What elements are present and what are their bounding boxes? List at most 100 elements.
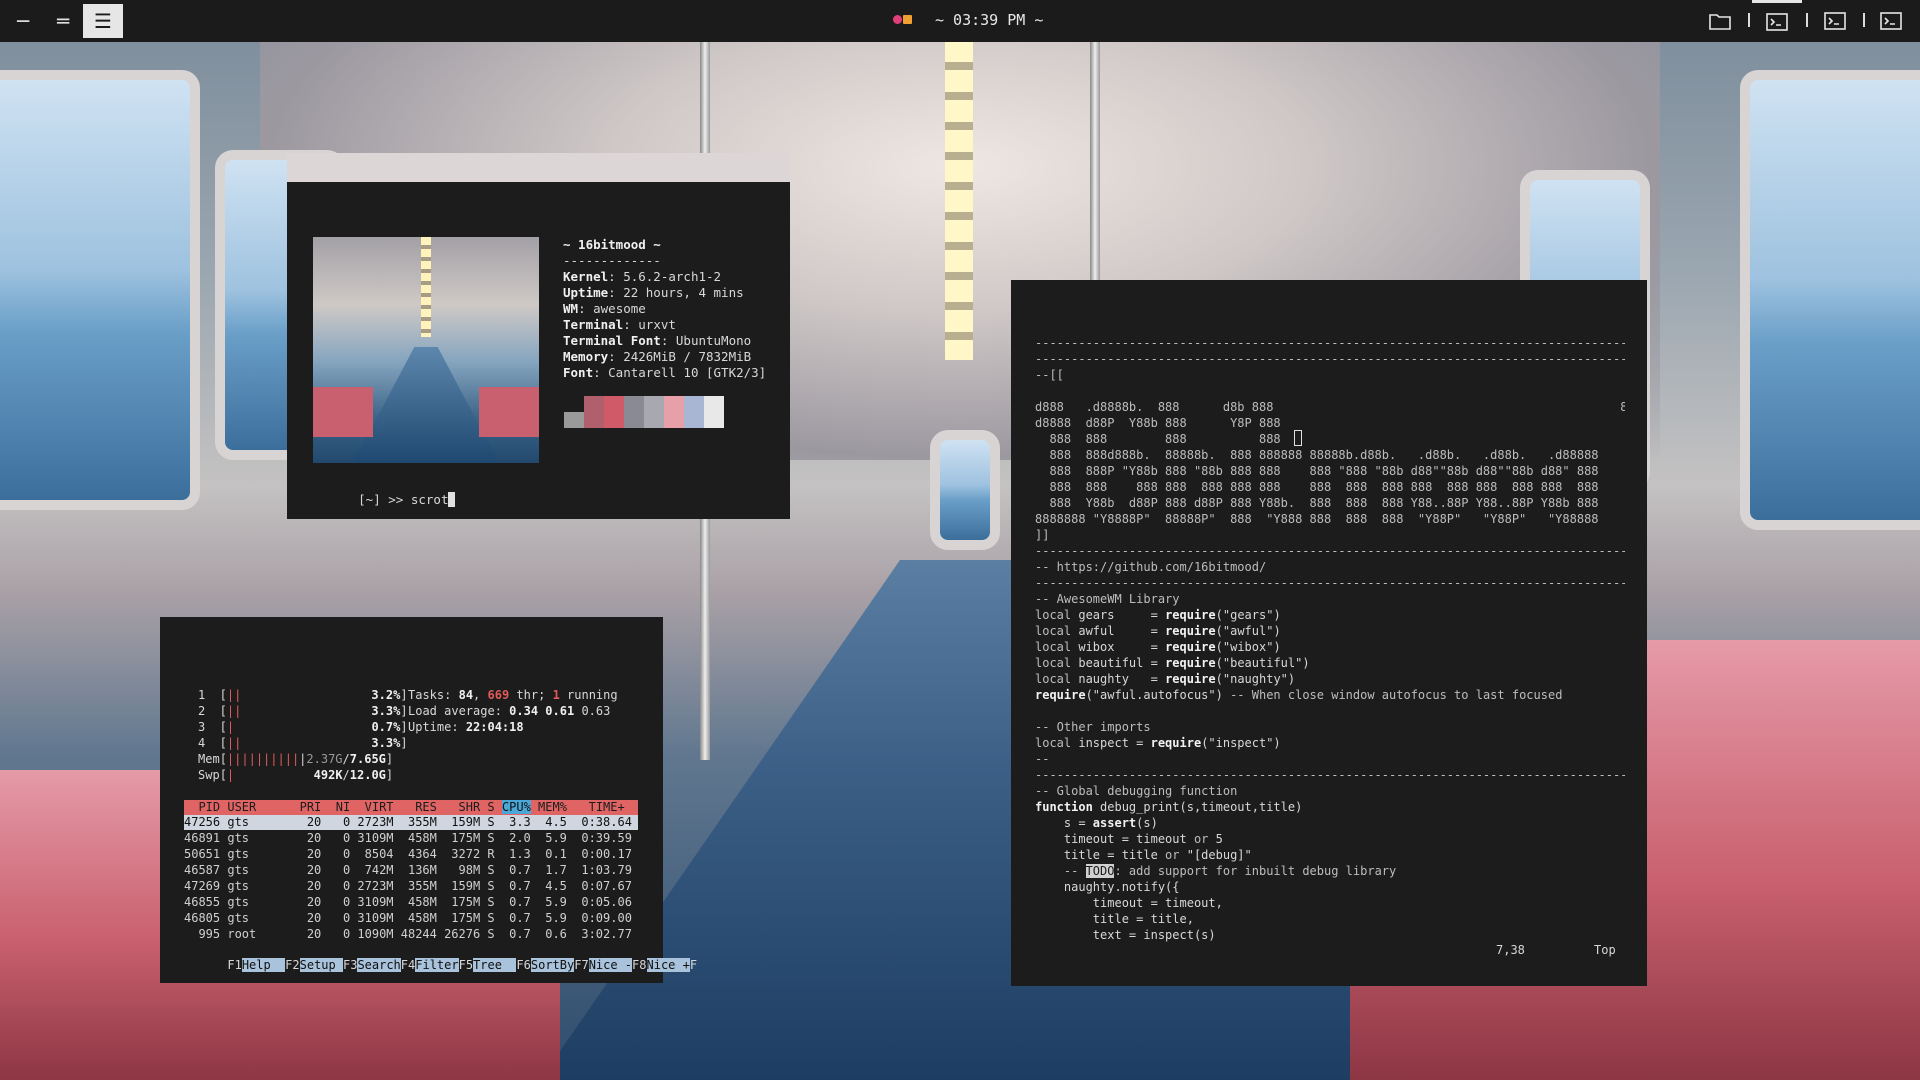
code-line: ----------------------------------------… [1035,576,1625,590]
folder-icon [1709,14,1731,30]
wallpaper-window [1740,70,1920,530]
tasks-summary: Tasks: 84, 669 thr; 1 running [408,688,618,702]
tray-pink-icon[interactable] [893,15,902,24]
code-line: title = title or "[debug]" [1035,848,1252,862]
htop-terminal[interactable]: 1 [|| 3.2%] 2 [|| 3.3%] 3 [| 0.7%] 4 [||… [160,617,697,983]
color-swatch [644,396,664,428]
tray-orange-icon[interactable] [903,15,912,24]
code-line: local beautiful = require("beautiful") [1035,656,1310,670]
fkey-filter[interactable]: F4Filter [401,958,459,972]
code-line: ----------------------------------------… [1035,352,1625,366]
terminal-icon [1880,12,1902,30]
tag-3[interactable]: ☰ [83,4,123,38]
wallpaper-window [0,70,200,510]
fkey-nice-plus[interactable]: F8Nice + [632,958,690,972]
code-line: -- AwesomeWM Library [1035,592,1180,606]
code-line: require("awful.autofocus") -- When close… [1035,688,1563,702]
code-line: ----------------------------------------… [1035,336,1625,350]
fetch-info-line: Terminal Font: UbuntuMono [563,333,752,348]
process-row[interactable]: 47256 gts 20 0 2723M 355M 159M S 3.3 4.5… [184,815,638,830]
ascii-art-line: 888 888d888b. 88888b. 888 888888 88888b.… [1035,448,1599,462]
process-row[interactable]: 50651 gts 20 0 8504 4364 3272 R 1.3 0.1 … [184,847,638,862]
load-average: Load average: 0.34 0.61 0.63 [408,704,611,718]
swap-meter: Swp[| 492K/12.0G] [198,768,394,782]
task-separator [1806,13,1808,27]
text-cursor [1294,430,1302,446]
process-table-header[interactable]: PID USER PRI NI VIRT RES SHR S CPU% MEM%… [184,800,638,815]
ascii-art-line: 888 888P "Y88b 888 "88b 888 888 888 "888… [1035,464,1599,478]
fetch-terminal[interactable]: ~ 16bitmood ~ ------------- Kernel: 5.6.… [287,153,790,519]
code-line: -- https://github.com/16bitmood/ [1035,560,1267,574]
code-line: naughty.notify({ [1035,880,1180,894]
terminal-icon [1824,12,1846,30]
code-line: ]] [1035,528,1050,542]
terminal-icon [1766,13,1788,31]
ascii-art-line: d888 .d8888b. 888 d8b 888 888 [1035,400,1625,414]
code-line: -- Other imports [1035,720,1151,734]
code-line: -- TODO: add support for inbuilt debug l… [1035,864,1397,878]
tag-1[interactable]: ─ [3,4,43,38]
fkey-tree[interactable]: F5Tree [459,958,517,972]
fetch-info-line: Terminal: urxvt [563,317,676,332]
color-swatch [664,396,684,428]
fetch-info-line: Font: Cantarell 10 [GTK2/3] [563,365,767,380]
ascii-art-line: 888 888 888 888 888 888 888 888 888 888 … [1035,480,1599,494]
task-terminal-2[interactable] [1810,2,1860,40]
ascii-art-line: d8888 d88P Y88b 888 Y8P 888 888 [1035,416,1625,430]
fkey-setup[interactable]: F2Setup [285,958,343,972]
scroll-position: Top [1594,943,1616,957]
mem-meter: Mem[|||||||||||2.37G/7.65G] [198,752,394,766]
task-separator [1863,13,1865,27]
wallpaper-light [945,40,973,360]
code-line: text = inspect(s) [1035,928,1216,942]
code-line: local awful = require("awful") [1035,624,1281,638]
process-row[interactable]: 47269 gts 20 0 2723M 355M 159M S 0.7 4.5… [184,879,638,894]
tag-2[interactable]: ═ [43,4,83,38]
cursor [448,492,456,507]
code-line: title = title, [1035,912,1194,926]
code-line: ----------------------------------------… [1035,544,1625,558]
task-terminal-1[interactable] [1752,0,1802,41]
color-swatch [604,396,624,428]
process-row[interactable]: 46587 gts 20 0 742M 136M 98M S 0.7 1.7 1… [184,863,638,878]
code-line: function debug_print(s,timeout,title) [1035,800,1303,814]
fetch-info-line: Memory: 2426MiB / 7832MiB [563,349,752,364]
process-row[interactable]: 46891 gts 20 0 3109M 458M 175M S 2.0 5.9… [184,831,638,846]
window-titlebar[interactable] [287,153,790,182]
fetch-info-line: Uptime: 22 hours, 4 mins [563,285,744,300]
ascii-art-line: 8888888 "Y8888P" 88888P" 888 "Y888 888 8… [1035,512,1599,526]
color-swatch [584,396,604,428]
color-swatch [564,412,584,428]
wallpaper-window [930,430,1000,550]
fkey-nice-minus[interactable]: F7Nice - [574,958,633,972]
cpu-meter: 1 [|| 3.2%] [198,688,408,702]
fetch-header: ~ 16bitmood ~ [563,237,661,252]
vim-buffer[interactable]: ----------------------------------------… [1035,335,1625,943]
fkey-sortby[interactable]: F6SortBy [516,958,575,972]
fetch-info-line: WM: awesome [563,301,646,316]
shell-prompt[interactable]: [~] >> scrot [313,476,456,524]
ascii-art-line: 888 888 888 888 888 [1035,432,1625,446]
fkey-search[interactable]: F3Search [343,958,401,972]
fkey-extra[interactable]: F [690,958,697,972]
process-row[interactable]: 46805 gts 20 0 3109M 458M 175M S 0.7 5.9… [184,911,638,926]
code-line: timeout = timeout or 5 [1035,832,1223,846]
code-line: local naughty = require("naughty") [1035,672,1296,686]
ascii-art-line: 888 Y88b d88P 888 d88P 888 Y88b. 888 888… [1035,496,1599,510]
process-row[interactable]: 995 root 20 0 1090M 48244 26276 S 0.7 0.… [184,927,638,942]
process-row[interactable]: 46855 gts 20 0 3109M 458M 175M S 0.7 5.9… [184,895,638,910]
task-terminal-3[interactable] [1866,2,1916,40]
cpu-meter: 3 [| 0.7%] [198,720,408,734]
fkey-help[interactable]: F1Help [227,958,286,972]
code-line: local inspect = require("inspect") [1035,736,1281,750]
cpu-meter: 2 [|| 3.3%] [198,704,408,718]
code-line: local gears = require("gears") [1035,608,1281,622]
task-files[interactable] [1695,2,1745,40]
fetch-info-line: Kernel: 5.6.2-arch1-2 [563,269,722,284]
color-swatch [684,396,704,428]
function-key-bar: F1Help F2Setup F3SearchF4FilterF5Tree F6… [184,943,697,988]
code-line: -- [1035,752,1050,766]
vim-terminal[interactable]: ----------------------------------------… [1011,280,1647,986]
